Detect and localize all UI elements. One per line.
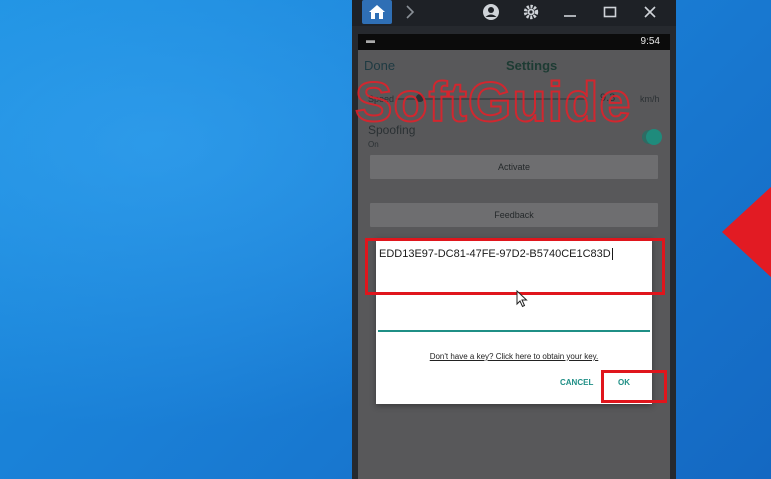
minimize-icon[interactable] [560,0,580,24]
red-arrow-shape [722,186,771,278]
notification-icon: ▬ [366,35,375,45]
toggle-knob [646,129,662,145]
emulator-toolbar [352,0,676,26]
close-icon[interactable] [640,0,660,24]
spoofing-toggle[interactable] [642,129,662,145]
input-underline [378,330,650,332]
spoofing-state: On [368,140,379,149]
cancel-button[interactable]: CANCEL [560,378,593,387]
activate-button[interactable]: Activate [370,155,658,179]
status-bar: ▬ 9:54 [358,34,670,50]
home-icon [369,5,385,19]
status-time: 9:54 [640,36,660,47]
maximize-icon[interactable] [600,0,620,24]
speed-unit: km/h [640,94,660,104]
key-highlight-box [365,238,665,295]
gear-icon[interactable] [520,0,542,24]
feedback-button[interactable]: Feedback [370,203,658,227]
chevron-right-icon[interactable] [400,0,420,24]
ok-highlight-box [601,370,667,403]
account-icon[interactable] [480,0,502,24]
obtain-key-link[interactable]: Don't have a key? Click here to obtain y… [376,352,652,361]
home-button[interactable] [362,0,392,24]
watermark-logo: SoftGuide [354,70,632,133]
mouse-pointer-icon [516,290,528,308]
